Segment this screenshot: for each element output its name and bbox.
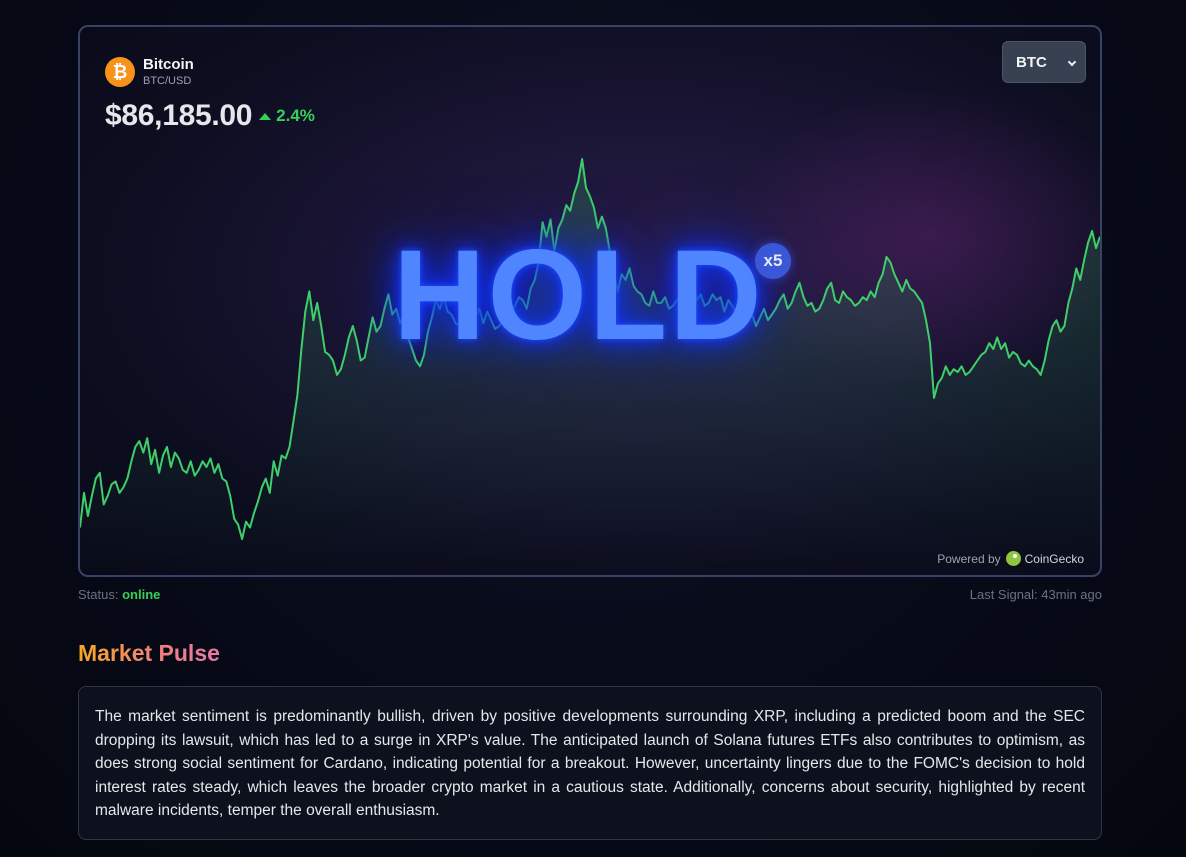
last-signal-time: Last Signal: 43min ago xyxy=(969,587,1102,602)
attribution: Powered by CoinGecko xyxy=(937,551,1084,566)
price-change-value: 2.4% xyxy=(276,106,315,125)
coin-name: Bitcoin xyxy=(143,56,194,73)
coin-select-value: BTC xyxy=(1016,53,1047,71)
attribution-prefix: Powered by xyxy=(937,551,1001,566)
coin-header: ₿ Bitcoin BTC/USD xyxy=(105,56,194,87)
signal-label: HOLD xyxy=(393,224,764,367)
status-value: online xyxy=(122,587,161,602)
price-chart-card: ₿ Bitcoin BTC/USD $86,185.00 2.4% BTC HO… xyxy=(78,25,1102,577)
status-label: Status: xyxy=(78,587,119,602)
market-pulse-panel: The market sentiment is predominantly bu… xyxy=(78,686,1102,840)
coin-titles: Bitcoin BTC/USD xyxy=(143,56,194,87)
coingecko-icon xyxy=(1005,551,1021,566)
price-row: $86,185.00 2.4% xyxy=(105,99,315,133)
page: ₿ Bitcoin BTC/USD $86,185.00 2.4% BTC HO… xyxy=(0,0,1186,857)
attribution-link[interactable]: CoinGecko xyxy=(1025,552,1084,566)
coin-select[interactable]: BTC xyxy=(1002,41,1086,83)
bitcoin-icon: ₿ xyxy=(105,57,135,87)
coin-pair: BTC/USD xyxy=(143,75,192,87)
signal-multiplier-badge: x5 xyxy=(755,243,791,279)
current-price: $86,185.00 xyxy=(105,99,253,132)
status-bar: Status: online Last Signal: 43min ago xyxy=(78,587,1102,602)
market-pulse-title: Market Pulse xyxy=(78,640,220,666)
chevron-down-icon xyxy=(1067,57,1077,67)
arrow-up-icon xyxy=(259,112,272,120)
market-pulse-text: The market sentiment is predominantly bu… xyxy=(95,708,1085,819)
connection-status: Status: online xyxy=(78,587,160,602)
price-change: 2.4% xyxy=(259,106,315,126)
